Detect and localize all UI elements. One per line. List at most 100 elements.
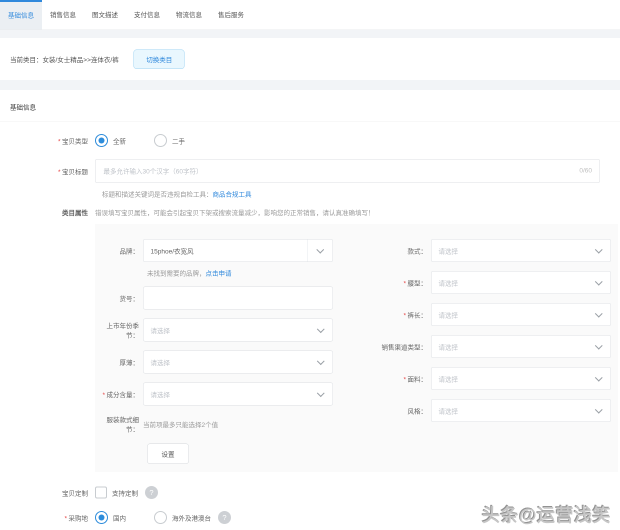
help-icon[interactable]: ? [218,511,231,524]
fashion-style-label: 风格： [337,406,431,416]
customization-label: 宝贝定制 [0,488,95,498]
radio-icon-checked[interactable] [95,134,108,147]
tab-logistics-info[interactable]: 物流信息 [168,0,210,30]
radio-icon-checked[interactable] [95,511,108,524]
thickness-label: 厚薄： [95,357,143,367]
radio-label-used: 二手 [172,136,185,146]
required-mark: * [58,137,61,145]
item-title-input-wrap: 0/60 [95,159,600,183]
fashion-style-select[interactable]: 请选择 [431,399,611,422]
select-arrow-box[interactable] [308,240,333,262]
support-custom-checkbox[interactable] [95,487,107,499]
article-number-input[interactable] [143,287,333,310]
field-label-text: 宝贝类型 [62,137,88,145]
select-placeholder: 请选择 [432,246,597,256]
chevron-down-icon [595,246,603,254]
form-row-item-title: *宝贝标题 0/60 [0,159,620,183]
apply-brand-link[interactable]: 点击申请 [206,270,232,278]
form-row-fashion-style: 风格： 请选择 [337,399,611,422]
form-row-category-props: 类目属性 错误填写宝贝属性，可能会引起宝贝下架或搜索流量减少，影响您的正常销售，… [0,208,620,218]
switch-category-button[interactable]: 切换类目 [134,49,185,69]
radio-option-new[interactable]: 全新 [95,134,126,147]
form-row-style-details: 服装款式细节： 当前项最多只能选择2个值 [95,415,337,434]
support-custom-label: 支持定制 [112,488,138,498]
title-helper-line: 标题和描述关键词是否违规自检工具：商品合规工具 [102,189,620,199]
style-details-note: 当前项最多只能选择2个值 [143,419,218,429]
chevron-down-icon [316,246,324,254]
brand-helper-line: 未找到需要的品牌，点击申请 [147,268,337,278]
basic-info-section: 基础信息 *宝贝类型 全新 二手 *宝贝标题 0/60 标题和描述关键词是否违规… [0,90,620,524]
helper-text: 标题和描述关键词是否违规自检工具： [102,191,213,199]
compliance-tool-link[interactable]: 商品合规工具 [213,191,252,199]
style-select[interactable]: 请选择 [431,239,611,262]
tab-description[interactable]: 图文描述 [84,0,126,30]
pants-length-label: *裤长： [337,310,431,320]
tab-basic-info[interactable]: 基础信息 [0,0,42,30]
sales-channel-label: 销售渠道类型： [337,342,431,352]
brand-label: 品牌： [95,246,143,256]
required-mark: * [403,279,406,287]
composition-select[interactable]: 请选择 [143,383,333,406]
market-season-select[interactable]: 请选择 [143,319,333,342]
radio-label-domestic: 国内 [113,513,126,523]
tab-payment-info[interactable]: 支付信息 [126,0,168,30]
form-row-article-number: 货号： [95,287,337,310]
required-mark: * [64,514,67,522]
pants-length-select[interactable]: 请选择 [431,303,611,326]
fabric-select[interactable]: 请选择 [431,367,611,390]
field-label-text: 采购地 [68,514,88,522]
select-placeholder: 请选择 [144,357,319,367]
item-type-label: *宝贝类型 [0,136,95,146]
category-props-warning: 错误填写宝贝属性，可能会引起宝贝下架或搜索流量减少，影响您的正常销售，请认真准确… [95,208,375,218]
chevron-down-icon [317,325,325,333]
form-row-composition: *成分含量： 请选择 [95,383,337,406]
divider-band [0,30,620,38]
form-row-waist-type: *腰型： 请选择 [337,271,611,294]
chevron-down-icon [595,342,603,350]
brand-select[interactable]: 15phoe/衣宽风 [143,239,333,262]
settings-button[interactable]: 设置 [147,444,189,465]
attributes-right-column: 款式： 请选择 *腰型： 请选择 *裤长： 请选择 [337,239,618,464]
tab-sales-info[interactable]: 销售信息 [42,0,84,30]
radio-icon-unchecked[interactable] [154,511,167,524]
radio-icon-unchecked[interactable] [154,134,167,147]
chevron-down-icon [595,310,603,318]
radio-option-domestic[interactable]: 国内 [95,511,126,524]
item-title-label: *宝贝标题 [0,166,95,176]
attributes-left-column: 品牌： 15phoe/衣宽风 未找到需要的品牌，点击申请 货号： 上市年份季节： [95,239,337,464]
form-row-thickness: 厚薄： 请选择 [95,351,337,374]
current-category-bar: 当前类目：女装/女士精品>>连体衣/裤 切换类目 [0,38,620,80]
thickness-select[interactable]: 请选择 [143,351,333,374]
chevron-down-icon [317,357,325,365]
form-row-brand: 品牌： 15phoe/衣宽风 [95,239,337,262]
select-placeholder: 请选择 [432,310,597,320]
attributes-panel: 品牌： 15phoe/衣宽风 未找到需要的品牌，点击申请 货号： 上市年份季节： [95,224,618,472]
market-season-label: 上市年份季节： [95,321,143,340]
sales-channel-select[interactable]: 请选择 [431,335,611,358]
radio-label-new: 全新 [113,136,126,146]
page: 基础信息 销售信息 图文描述 支付信息 物流信息 售后服务 当前类目：女装/女士… [0,0,620,530]
item-title-input[interactable] [95,159,600,183]
current-category-text: 当前类目：女装/女士精品>>连体衣/裤 [10,54,119,64]
tab-bar: 基础信息 销售信息 图文描述 支付信息 物流信息 售后服务 [0,0,620,30]
required-mark: * [403,375,406,383]
tab-after-sales[interactable]: 售后服务 [210,0,252,30]
watermark: 头条@运营浅笑 [482,501,611,527]
required-mark: * [58,168,61,176]
select-placeholder: 请选择 [144,389,319,399]
select-placeholder: 请选择 [432,374,597,384]
form-row-style: 款式： 请选择 [337,239,611,262]
waist-type-select[interactable]: 请选择 [431,271,611,294]
radio-option-used[interactable]: 二手 [154,134,185,147]
chevron-down-icon [595,374,603,382]
divider-band [0,80,620,90]
form-row-pants-length: *裤长： 请选择 [337,303,611,326]
purchase-place-label: *采购地 [0,513,95,523]
help-icon[interactable]: ? [145,486,158,499]
select-placeholder: 请选择 [432,278,597,288]
form-row-item-type: *宝贝类型 全新 二手 [0,134,620,147]
article-number-label: 货号： [95,293,143,303]
form-row-fabric: *面料： 请选择 [337,367,611,390]
char-counter: 0/60 [579,167,592,175]
radio-option-overseas[interactable]: 海外及港澳台 [154,511,211,524]
